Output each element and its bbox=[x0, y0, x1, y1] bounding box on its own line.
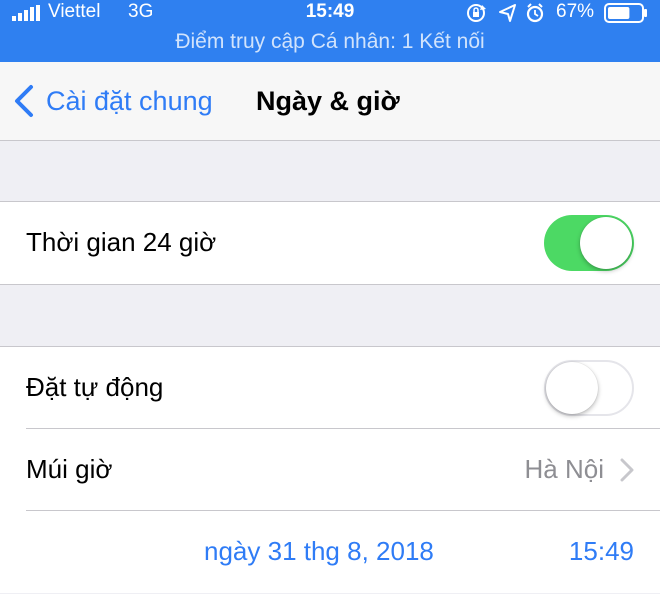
rotation-lock-icon bbox=[467, 4, 486, 22]
set-automatically-toggle[interactable] bbox=[544, 360, 634, 416]
set-automatically-row: Đặt tự động bbox=[0, 347, 660, 429]
settings-group-format: Thời gian 24 giờ bbox=[0, 201, 660, 285]
battery-icon bbox=[604, 3, 647, 23]
chevron-right-icon bbox=[620, 458, 634, 482]
page-title: Ngày & giờ bbox=[256, 86, 400, 116]
location-arrow-icon bbox=[499, 4, 516, 22]
status-bar: Viettel 3G 15:49 67% bbox=[0, 0, 660, 26]
time-24h-label: Thời gian 24 giờ bbox=[26, 227, 217, 257]
time-value[interactable]: 15:49 bbox=[569, 536, 634, 567]
status-area: Viettel 3G 15:49 67% Điểm truy cập Cá nh… bbox=[0, 0, 660, 62]
alarm-icon bbox=[526, 3, 544, 23]
date-time-row[interactable]: ngày 31 thg 8, 2018 15:49 bbox=[0, 511, 660, 593]
toggle-knob bbox=[546, 362, 598, 414]
set-automatically-label: Đặt tự động bbox=[26, 372, 164, 402]
time-zone-label: Múi giờ bbox=[26, 454, 113, 484]
chevron-left-icon bbox=[15, 85, 33, 117]
back-button-label: Cài đặt chung bbox=[46, 86, 213, 116]
personal-hotspot-banner[interactable]: Điểm truy cập Cá nhân: 1 Kết nối bbox=[0, 30, 660, 54]
date-value[interactable]: ngày 31 thg 8, 2018 bbox=[204, 536, 434, 567]
time-zone-row[interactable]: Múi giờ Hà Nội bbox=[0, 429, 660, 511]
battery-percent: 67% bbox=[556, 1, 595, 22]
time-zone-value: Hà Nội bbox=[524, 454, 604, 484]
time-24h-row: Thời gian 24 giờ bbox=[0, 202, 660, 284]
navigation-bar: Cài đặt chung Ngày & giờ bbox=[0, 62, 660, 141]
settings-group-datetime: Đặt tự động Múi giờ Hà Nội ngày 31 thg 8… bbox=[0, 346, 660, 593]
status-icons bbox=[467, 3, 544, 23]
toggle-knob bbox=[580, 217, 632, 269]
time-24h-toggle[interactable] bbox=[544, 215, 634, 271]
